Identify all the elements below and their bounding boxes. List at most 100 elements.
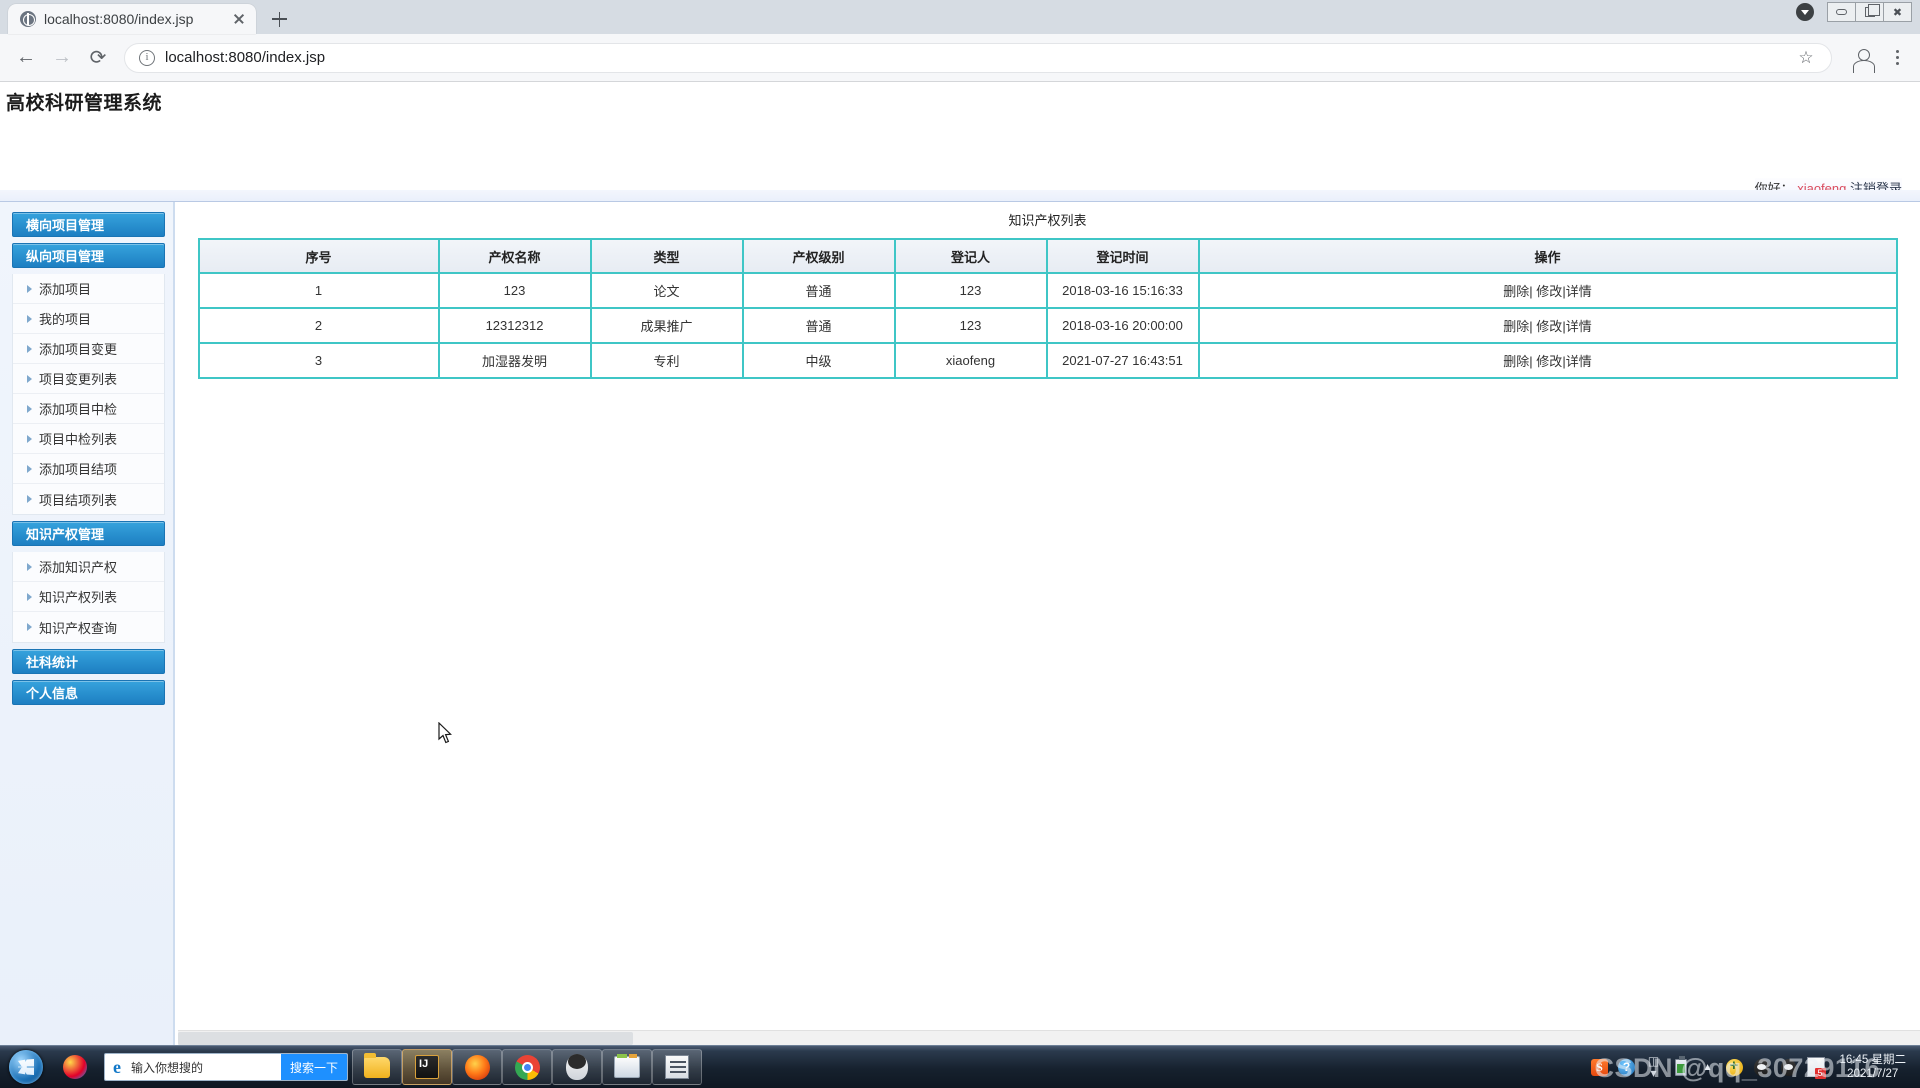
- bookmark-star-icon[interactable]: ☆: [1795, 48, 1817, 68]
- taskbar-clock[interactable]: 16:45 星期二 2021/7/27: [1834, 1053, 1912, 1081]
- qq-icon[interactable]: [1753, 1058, 1771, 1076]
- show-hidden-arrow-icon[interactable]: ▲: [1699, 1058, 1717, 1076]
- sidebar-item-horizontal-projects[interactable]: 横向项目管理: [12, 212, 165, 237]
- cell-type: 专利: [589, 342, 744, 379]
- sidebar-item-add-ip[interactable]: 添加知识产权: [13, 552, 164, 582]
- page-title: 高校科研管理系统: [6, 93, 163, 114]
- intellij-idea-icon[interactable]: [402, 1049, 453, 1085]
- cell-time: 2018-03-16 15:16:33: [1045, 272, 1200, 309]
- file-explorer-icon[interactable]: [602, 1049, 653, 1085]
- sidebar-item-add-project-change[interactable]: 添加项目变更: [13, 334, 164, 364]
- chrome-icon[interactable]: [502, 1049, 553, 1085]
- close-icon[interactable]: [230, 10, 248, 28]
- browser-tab-title: localhost:8080/index.jsp: [44, 11, 194, 27]
- detail-link[interactable]: 详情: [1566, 319, 1592, 334]
- chevron-right-icon: [27, 404, 32, 413]
- sidebar-item-personal-info[interactable]: 个人信息: [12, 680, 165, 705]
- web-page: 高校科研管理系统 你好： xiaofeng 注销登录 横向项目管理 纵向项目管理…: [0, 82, 1920, 1045]
- header-divider: [0, 190, 1920, 202]
- sidebar-item-project-closure-list[interactable]: 项目结项列表: [13, 484, 164, 514]
- sidebar-item-label: 项目变更列表: [39, 372, 118, 387]
- horizontal-scrollbar[interactable]: [178, 1030, 1920, 1045]
- search-placeholder: 输入你想搜的: [131, 1060, 204, 1075]
- sogou-input-icon[interactable]: [50, 1048, 100, 1086]
- chevron-right-icon: [27, 344, 32, 353]
- sidebar-group-vertical-projects: 添加项目 我的项目 添加项目变更 项目变更列表 添加项目中检 项目中检列表 添加…: [12, 274, 165, 515]
- qq-icon-2[interactable]: [1780, 1058, 1798, 1076]
- info-circle-icon[interactable]: i: [139, 49, 155, 66]
- clock-weekday: 星期二: [1871, 1054, 1907, 1066]
- browser-tab[interactable]: localhost:8080/index.jsp: [8, 4, 256, 34]
- sidebar-item-social-science-stats[interactable]: 社科统计: [12, 649, 165, 674]
- sogou-input-icon[interactable]: S: [1591, 1058, 1609, 1076]
- sidebar-group-ip-management: 添加知识产权 知识产权列表 知识产权查询: [12, 552, 165, 643]
- table-header-row: 序号 产权名称 类型 产权级别 登记人 登记时间 操作: [197, 238, 1898, 274]
- column-header-seq: 序号: [197, 238, 440, 274]
- address-bar-url: localhost:8080/index.jsp: [165, 49, 326, 66]
- firefox-icon[interactable]: [452, 1049, 503, 1085]
- chevron-right-icon: [27, 592, 32, 601]
- start-orb-icon[interactable]: [2, 1048, 50, 1086]
- scrollbar-thumb[interactable]: [178, 1032, 633, 1045]
- chevron-right-icon: [27, 374, 32, 383]
- close-window-button[interactable]: ✖: [1883, 2, 1912, 22]
- sidebar-item-add-project[interactable]: 添加项目: [13, 274, 164, 304]
- page-body: 横向项目管理 纵向项目管理 添加项目 我的项目 添加项目变更 项目变更列表 添加…: [0, 202, 1920, 1045]
- column-header-name: 产权名称: [437, 238, 592, 274]
- action-separator: |: [1529, 354, 1533, 369]
- sidebar-item-project-midterm-list[interactable]: 项目中检列表: [13, 424, 164, 454]
- sidebar-item-ip-query[interactable]: 知识产权查询: [13, 612, 164, 642]
- usb-eject-icon[interactable]: [1672, 1055, 1690, 1076]
- detail-link[interactable]: 详情: [1566, 284, 1592, 299]
- sidebar-item-ip-management[interactable]: 知识产权管理: [12, 521, 165, 546]
- cell-registrant: 123: [893, 307, 1048, 344]
- restore-button[interactable]: [1855, 2, 1884, 22]
- table-caption: 知识产权列表: [1008, 213, 1087, 228]
- folder-icon[interactable]: [352, 1049, 403, 1085]
- cell-level: 中级: [741, 342, 896, 379]
- edit-link[interactable]: 修改: [1536, 354, 1562, 369]
- table-head: 序号 产权名称 类型 产权级别 登记人 登记时间 操作: [197, 238, 1898, 274]
- security-shield-icon[interactable]: [1726, 1057, 1744, 1076]
- sidebar-item-add-project-closure[interactable]: 添加项目结项: [13, 454, 164, 484]
- hidden-icons-icon[interactable]: ◫ ▾: [1645, 1055, 1663, 1079]
- cell-registrant: xiaofeng: [893, 342, 1048, 379]
- new-tab-button[interactable]: [262, 4, 296, 34]
- action-separator: |: [1529, 319, 1533, 334]
- penguin-icon[interactable]: [552, 1049, 603, 1085]
- system-tray: S ? ◫▾ ▲ 16:45 星期二 2021/7/27: [1591, 1053, 1920, 1081]
- calendar-icon[interactable]: [1806, 1057, 1826, 1079]
- reload-button[interactable]: ⟳: [82, 42, 114, 74]
- search-input[interactable]: e 输入你想搜的 搜索一下: [104, 1053, 349, 1081]
- minimize-button[interactable]: [1827, 2, 1856, 22]
- sidebar-item-project-change-list[interactable]: 项目变更列表: [13, 364, 164, 394]
- delete-link[interactable]: 删除: [1503, 284, 1529, 299]
- cell-name: 加湿器发明: [437, 342, 592, 379]
- detail-link[interactable]: 详情: [1566, 354, 1592, 369]
- delete-link[interactable]: 删除: [1503, 354, 1529, 369]
- forward-button[interactable]: →: [46, 42, 78, 74]
- sidebar-item-label: 添加知识产权: [39, 560, 118, 575]
- tab-strip: localhost:8080/index.jsp ✖: [0, 0, 1920, 34]
- sidebar-item-label: 我的项目: [39, 312, 92, 327]
- sidebar-item-vertical-projects[interactable]: 纵向项目管理: [12, 243, 165, 268]
- notepad-icon[interactable]: [652, 1049, 703, 1085]
- search-submit-button[interactable]: 搜索一下: [281, 1054, 348, 1080]
- table-row: 2 12312312 成果推广 普通 123 2018-03-16 20:00:…: [197, 307, 1898, 344]
- address-bar[interactable]: i localhost:8080/index.jsp ☆: [124, 42, 1832, 73]
- browser-window: localhost:8080/index.jsp ✖ ← → ⟳ i local…: [0, 0, 1920, 1045]
- three-dot-menu-icon[interactable]: [1884, 45, 1910, 71]
- sidebar-item-add-project-midterm[interactable]: 添加项目中检: [13, 394, 164, 424]
- profile-avatar-icon[interactable]: [1850, 45, 1876, 73]
- edit-link[interactable]: 修改: [1536, 319, 1562, 334]
- caret-down-icon[interactable]: [1796, 3, 1814, 21]
- sidebar-item-ip-list[interactable]: 知识产权列表: [13, 582, 164, 612]
- delete-link[interactable]: 删除: [1503, 319, 1529, 334]
- edge-e-icon: e: [113, 1056, 121, 1077]
- help-icon[interactable]: ?: [1618, 1058, 1636, 1076]
- clock-time: 16:45: [1839, 1054, 1869, 1066]
- back-button[interactable]: ←: [10, 42, 42, 74]
- sidebar-item-my-projects[interactable]: 我的项目: [13, 304, 164, 334]
- edit-link[interactable]: 修改: [1536, 284, 1562, 299]
- cell-seq: 3: [197, 342, 440, 379]
